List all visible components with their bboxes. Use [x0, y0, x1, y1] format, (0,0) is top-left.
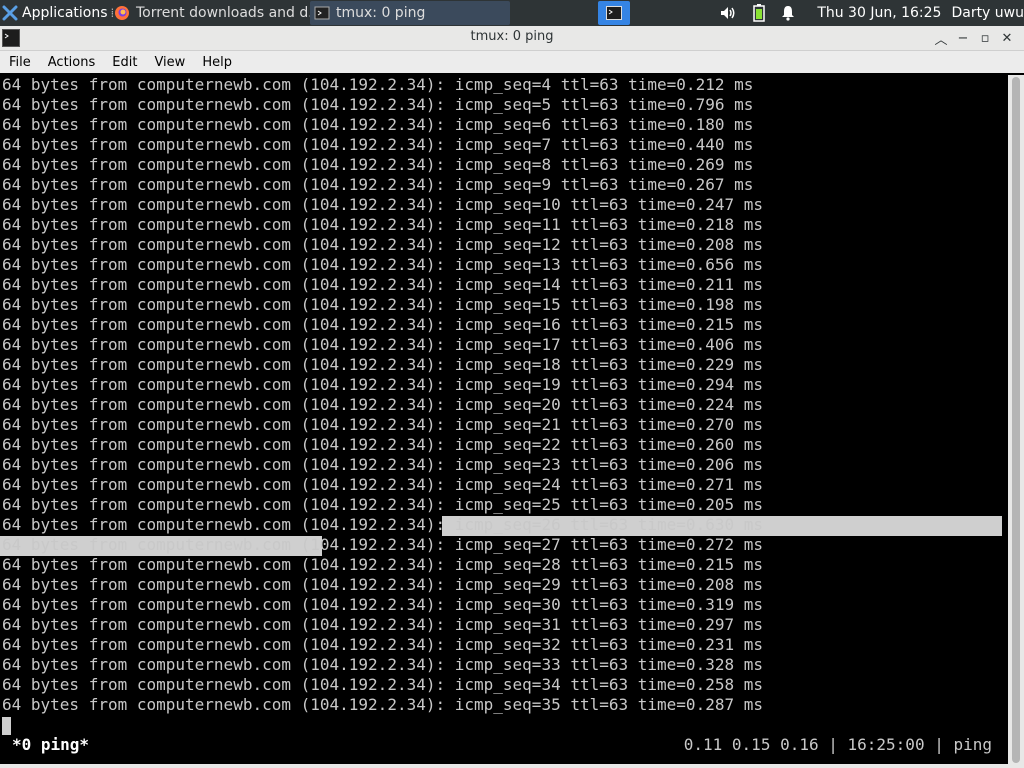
user-menu[interactable]: Darty uwu [951, 5, 1024, 21]
terminal-line: 64 bytes from computernewb.com (104.192.… [2, 75, 754, 94]
menu-help[interactable]: Help [193, 55, 240, 70]
terminal-line: 64 bytes from computernewb.com (104.192.… [2, 475, 763, 494]
terminal-cursor [2, 717, 11, 735]
menu-view[interactable]: View [145, 55, 193, 70]
terminal-line: 64 bytes from computernewb.com (104.192.… [2, 315, 763, 334]
terminal-line: 64 bytes from computernewb.com (104.192.… [2, 595, 763, 614]
terminal-line: 64 bytes from computernewb.com (104.192.… [2, 555, 763, 574]
terminal-line: 64 bytes from computernewb.com (104.192.… [2, 575, 763, 594]
shade-button[interactable]: ︿ [930, 28, 952, 48]
terminal-output: 64 bytes from computernewb.com (104.192.… [2, 75, 763, 715]
terminal-line: 64 bytes from computernewb.com (104.192.… [2, 455, 763, 474]
firefox-icon [115, 6, 129, 20]
terminal-line: 64 bytes from computernewb.com (104.192.… [2, 435, 763, 454]
terminal-area[interactable]: 64 bytes from computernewb.com (104.192.… [0, 75, 1008, 768]
menu-file[interactable]: File [0, 55, 39, 70]
menu-actions[interactable]: Actions [39, 55, 104, 70]
taskbar-item-firefox[interactable]: Torrent downloads and d... [110, 1, 310, 25]
terminal-line: 64 bytes from computernewb.com (104.192.… [2, 235, 763, 254]
terminal-line: 64 bytes from computernewb.com (104.192.… [2, 95, 754, 114]
maximize-button[interactable]: ▫ [974, 28, 996, 48]
taskbar-item-tmux[interactable]: tmux: 0 ping [310, 1, 510, 25]
menu-bar: File Actions Edit View Help [0, 51, 1024, 73]
terminal-line: 64 bytes from computernewb.com (104.192.… [2, 415, 763, 434]
scrollbar[interactable] [1008, 75, 1024, 768]
terminal-line: 64 bytes from computernewb.com (104.192.… [2, 495, 763, 514]
notification-bell-icon[interactable] [781, 5, 795, 21]
window-border [0, 764, 1024, 768]
tmux-window-indicator[interactable]: *0 ping* [12, 735, 89, 755]
terminal-line: 64 bytes from computernewb.com (104.192.… [2, 675, 763, 694]
terminal-line: 64 bytes from computernewb.com (104.192.… [2, 515, 763, 534]
terminal-line: 64 bytes from computernewb.com (104.192.… [2, 695, 763, 714]
terminal-icon [606, 6, 622, 20]
terminal-line: 64 bytes from computernewb.com (104.192.… [2, 175, 754, 194]
applications-menu[interactable]: Applications ⁞ [0, 0, 114, 26]
terminal-line: 64 bytes from computernewb.com (104.192.… [2, 335, 763, 354]
xfce-logo-icon [2, 5, 18, 21]
volume-icon[interactable] [719, 5, 737, 21]
scrollbar-thumb[interactable] [1012, 77, 1020, 763]
tmux-status-bar: *0 ping* 0.11 0.15 0.16 | 16:25:00 | pin… [0, 735, 1008, 755]
terminal-line: 64 bytes from computernewb.com (104.192.… [2, 375, 763, 394]
terminal-line: 64 bytes from computernewb.com (104.192.… [2, 215, 763, 234]
terminal-line: 64 bytes from computernewb.com (104.192.… [2, 655, 763, 674]
terminal-line: 64 bytes from computernewb.com (104.192.… [2, 135, 754, 154]
terminal-line: 64 bytes from computernewb.com (104.192.… [2, 635, 763, 654]
minimize-button[interactable]: − [952, 28, 974, 48]
terminal-icon [314, 6, 330, 20]
workspace-button[interactable] [598, 1, 630, 25]
terminal-line: 64 bytes from computernewb.com (104.192.… [2, 115, 754, 134]
battery-icon[interactable] [753, 4, 766, 22]
top-panel: Applications ⁞ Torrent downloads and d..… [0, 0, 1024, 26]
terminal-line: 64 bytes from computernewb.com (104.192.… [2, 395, 763, 414]
taskbar-item-label: tmux: 0 ping [336, 5, 426, 21]
clock[interactable]: Thu 30 Jun, 16:25 [817, 5, 941, 21]
tmux-status-right: 0.11 0.15 0.16 | 16:25:00 | ping [683, 735, 992, 754]
terminal-line: 64 bytes from computernewb.com (104.192.… [2, 255, 763, 274]
terminal-line: 64 bytes from computernewb.com (104.192.… [2, 615, 763, 634]
terminal-line: 64 bytes from computernewb.com (104.192.… [2, 355, 763, 374]
applications-label: Applications [22, 5, 108, 21]
terminal-line: 64 bytes from computernewb.com (104.192.… [2, 295, 763, 314]
terminal-line: 64 bytes from computernewb.com (104.192.… [2, 195, 763, 214]
terminal-line: 64 bytes from computernewb.com (104.192.… [2, 155, 754, 174]
terminal-line: 64 bytes from computernewb.com (104.192.… [2, 275, 763, 294]
taskbar-item-label: Torrent downloads and d... [136, 5, 310, 21]
close-button[interactable]: ✕ [996, 28, 1018, 48]
terminal-line: 64 bytes from computernewb.com (104.192.… [2, 535, 763, 554]
window-title: tmux: 0 ping [470, 29, 554, 44]
menu-edit[interactable]: Edit [103, 55, 145, 70]
system-tray: Thu 30 Jun, 16:25 Darty uwu [711, 0, 1024, 26]
window-titlebar[interactable]: tmux: 0 ping ︿ − ▫ ✕ [0, 26, 1024, 51]
